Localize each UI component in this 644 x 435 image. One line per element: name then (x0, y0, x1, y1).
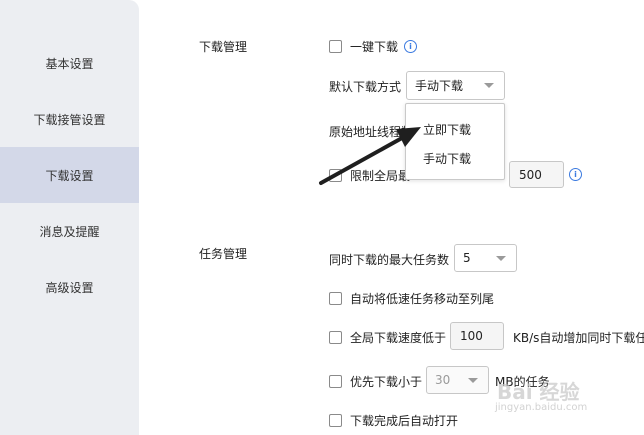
chevron-down-icon (468, 377, 478, 383)
original-thread-label: 原始地址线程数 (329, 125, 414, 139)
sidebar-item-download-takeover[interactable]: 下载接管设置 (0, 91, 139, 147)
global-speed-input[interactable]: 100 (450, 322, 504, 350)
limit-global-label: 限制全局最 (350, 169, 411, 183)
default-method-select[interactable]: 手动下载 (406, 71, 505, 100)
global-speed-label: 全局下载速度低于 (350, 331, 447, 345)
move-slow-label: 自动将低速任务移动至列尾 (350, 292, 495, 306)
sidebar-item-notifications[interactable]: 消息及提醒 (0, 203, 139, 259)
priority-select[interactable]: 30 (426, 366, 489, 394)
download-management-label: 下载管理 (199, 40, 248, 54)
watermark-url: jingyan.baidu.com (495, 402, 588, 413)
priority-label: 优先下载小于 (350, 375, 423, 389)
dropdown-option-manual[interactable]: 手动下载 (423, 150, 471, 167)
dropdown-option-immediate[interactable]: 立即下载 (423, 121, 471, 138)
limit-global-row: 限制全局最 (329, 167, 410, 184)
default-method-label: 默认下载方式 (329, 80, 402, 94)
sidebar-item-basic-settings[interactable]: 基本设置 (0, 35, 139, 91)
sidebar: 基本设置 下载接管设置 下载设置 消息及提醒 高级设置 (0, 0, 139, 435)
auto-open-label: 下载完成后自动打开 (350, 414, 459, 428)
info-icon[interactable]: i (569, 168, 582, 181)
global-speed-checkbox[interactable] (329, 331, 342, 344)
watermark-logo: Bai 经验 (497, 380, 580, 404)
default-method-value: 手动下载 (415, 79, 464, 93)
limit-info: i (563, 168, 582, 181)
priority-value: 30 (435, 373, 451, 387)
max-tasks-select[interactable]: 5 (454, 244, 517, 272)
limit-value: 500 (519, 167, 542, 182)
auto-open-row: 下载完成后自动打开 (329, 412, 458, 429)
move-slow-checkbox[interactable] (329, 292, 342, 305)
sidebar-item-advanced-settings[interactable]: 高级设置 (0, 259, 139, 315)
task-management-label: 任务管理 (199, 247, 248, 261)
limit-global-checkbox[interactable] (329, 169, 342, 182)
chevron-down-icon (484, 83, 494, 88)
one-click-download-row: 一键下载 i (329, 38, 418, 55)
global-speed-row: 全局下载速度低于 (329, 329, 446, 346)
download-method-dropdown: 立即下载 手动下载 (405, 103, 505, 180)
one-click-download-label: 一键下载 (350, 40, 399, 54)
global-speed-suffix: KB/s自动增加同时下载任 (513, 331, 644, 345)
max-tasks-label: 同时下载的最大任务数 (329, 253, 450, 267)
priority-checkbox[interactable] (329, 375, 342, 388)
auto-open-checkbox[interactable] (329, 414, 342, 427)
priority-row: 优先下载小于 (329, 373, 422, 390)
max-tasks-value: 5 (463, 251, 471, 265)
sidebar-item-download-settings[interactable]: 下载设置 (0, 147, 139, 203)
one-click-download-checkbox[interactable] (329, 40, 342, 53)
limit-value-input[interactable]: 500 (509, 161, 564, 188)
info-icon[interactable]: i (404, 40, 418, 53)
move-slow-row: 自动将低速任务移动至列尾 (329, 290, 494, 307)
chevron-down-icon (496, 255, 506, 261)
global-speed-value: 100 (460, 329, 483, 343)
